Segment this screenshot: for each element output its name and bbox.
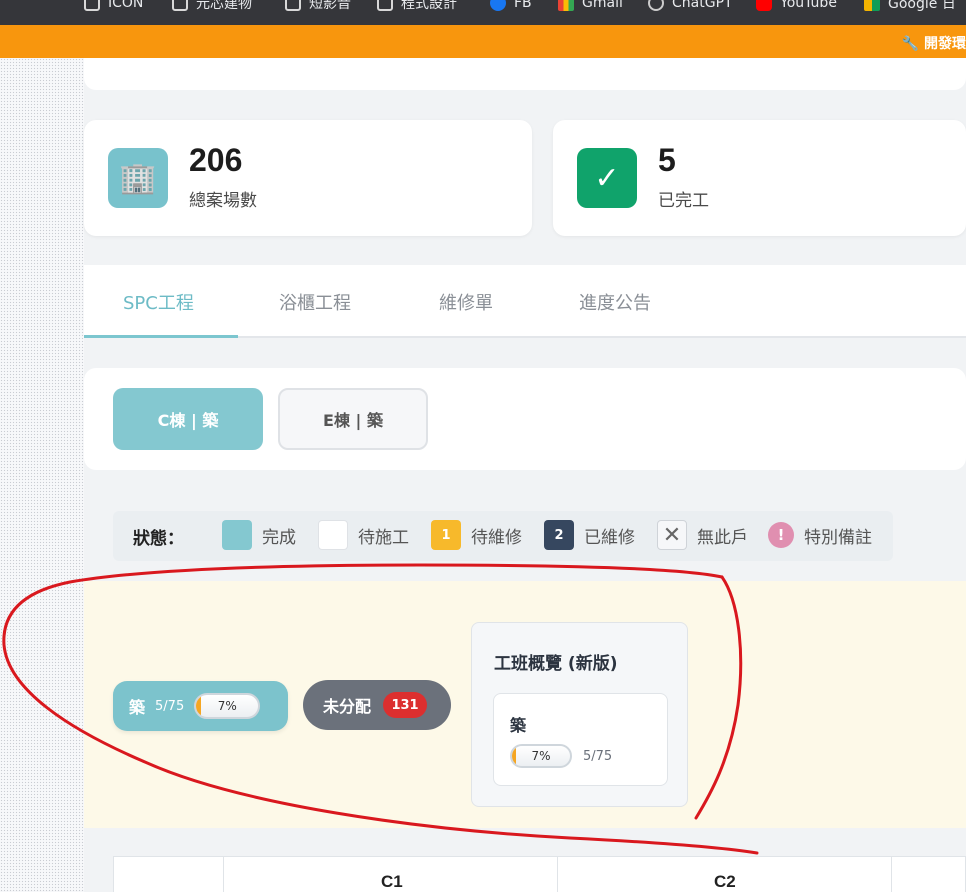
- crew-overview-card: 工班概覽 (新版) 築 7% 5/75: [471, 622, 688, 807]
- close-icon: ✕: [657, 520, 687, 550]
- tab-progress-announcements[interactable]: 進度公告: [579, 289, 651, 315]
- status-badge-to-repair: 1: [431, 520, 461, 550]
- bookmark-short-video[interactable]: 短影音: [285, 0, 351, 13]
- crew-progress-label: 7%: [217, 699, 237, 713]
- unassigned-pill[interactable]: 未分配 131: [303, 680, 451, 730]
- column-header-c1: C1: [223, 857, 557, 892]
- crew-section: 築 5/75 7% 未分配 131 工班概覽 (新版) 築 7% 5/75: [84, 581, 966, 828]
- google-icon: [864, 0, 880, 11]
- overview-progress-label: 7%: [531, 749, 551, 763]
- crew-progress-bar: 7%: [194, 693, 261, 719]
- building-selector: C棟 | 築 E棟 | 築: [84, 368, 966, 470]
- legend-item-to-repair: 1 待維修: [431, 520, 522, 550]
- active-tab-indicator: [84, 335, 238, 338]
- status-swatch-done: [222, 520, 252, 550]
- tab-bar: SPC工程 浴櫃工程 維修單 進度公告: [84, 265, 966, 338]
- chatgpt-icon: [648, 0, 664, 11]
- legend-item-no-unit: ✕ 無此戶: [657, 520, 748, 550]
- folder-icon: [172, 0, 188, 11]
- crew-progress-fill: [196, 695, 201, 717]
- dev-banner-text: 🔧 開發環: [901, 36, 966, 52]
- bookmark-programming[interactable]: 程式設計: [377, 0, 457, 13]
- status-badge-repaired: 2: [544, 520, 574, 550]
- overview-crew-count: 5/75: [583, 749, 613, 764]
- bookmark-gmail[interactable]: Gmail: [558, 0, 623, 13]
- building-button-c[interactable]: C棟 | 築: [113, 388, 263, 450]
- gmail-icon: [558, 0, 574, 11]
- stat-card-total-sites: 🏢 206 總案場數: [84, 120, 532, 236]
- legend-item-pending: 待施工: [318, 520, 409, 550]
- unassigned-label: 未分配: [323, 697, 372, 716]
- folder-icon: [285, 0, 301, 11]
- main-content: 🏢 206 總案場數 ✓ 5 已完工 SPC工程 浴櫃工程 維修單 進度公告 C…: [84, 58, 966, 892]
- bookmark-youtube[interactable]: YouTube: [756, 0, 837, 13]
- tab-vanity[interactable]: 浴櫃工程: [279, 289, 351, 315]
- legend-item-repaired: 2 已維修: [544, 520, 635, 550]
- unassigned-count-badge: 131: [383, 692, 428, 718]
- facebook-icon: [490, 0, 506, 11]
- bookmark-icon-folder[interactable]: ICON: [84, 0, 143, 13]
- header-card: [84, 58, 966, 90]
- column-header-c2: C2: [557, 857, 891, 892]
- building-icon: 🏢: [108, 148, 168, 208]
- folder-icon: [377, 0, 393, 11]
- check-icon: ✓: [577, 148, 637, 208]
- dev-environment-banner: 🔧 開發環: [0, 25, 966, 58]
- folder-icon: [84, 0, 100, 11]
- legend-item-done: 完成: [222, 520, 296, 550]
- bookmarks-bar: ICON 元芯建物 短影音 程式設計 FB Gmail ChatGPT YouT…: [0, 0, 966, 25]
- youtube-icon: [756, 0, 772, 11]
- crew-pill-zhu[interactable]: 築 5/75 7%: [113, 681, 288, 731]
- stat-card-completed: ✓ 5 已完工: [553, 120, 966, 236]
- overview-crew-item[interactable]: 築 7% 5/75: [493, 693, 668, 786]
- tab-repair-orders[interactable]: 維修單: [439, 289, 493, 315]
- crew-name: 築: [129, 698, 146, 717]
- status-swatch-pending: [318, 520, 348, 550]
- stat-label: 已完工: [658, 191, 709, 211]
- status-legend: 狀態： 完成 待施工 1 待維修 2 已維修 ✕ 無此戶 ! 特別備註: [113, 511, 893, 561]
- bookmark-google[interactable]: Google 日: [864, 0, 956, 13]
- building-button-e[interactable]: E棟 | 築: [278, 388, 428, 450]
- legend-title: 狀態：: [133, 529, 184, 549]
- column-header-next: [891, 857, 966, 892]
- bookmark-fb[interactable]: FB: [490, 0, 532, 13]
- stat-value: 206: [189, 142, 243, 178]
- overview-crew-name: 築: [510, 716, 527, 735]
- unit-table-header: C1 C2: [113, 856, 966, 892]
- overview-progress-fill: [512, 746, 517, 766]
- bookmark-yuanxin[interactable]: 元芯建物: [172, 0, 252, 13]
- overview-title: 工班概覽 (新版): [494, 654, 618, 674]
- overview-progress-bar: 7%: [510, 744, 572, 768]
- exclamation-icon: !: [768, 522, 794, 548]
- tab-spc[interactable]: SPC工程: [123, 289, 194, 315]
- sidebar: [0, 58, 84, 892]
- legend-item-special-note: ! 特別備註: [768, 522, 872, 548]
- crew-count: 5/75: [155, 698, 185, 714]
- stat-value: 5: [658, 142, 676, 178]
- stat-label: 總案場數: [189, 191, 257, 211]
- bookmark-chatgpt[interactable]: ChatGPT: [648, 0, 733, 13]
